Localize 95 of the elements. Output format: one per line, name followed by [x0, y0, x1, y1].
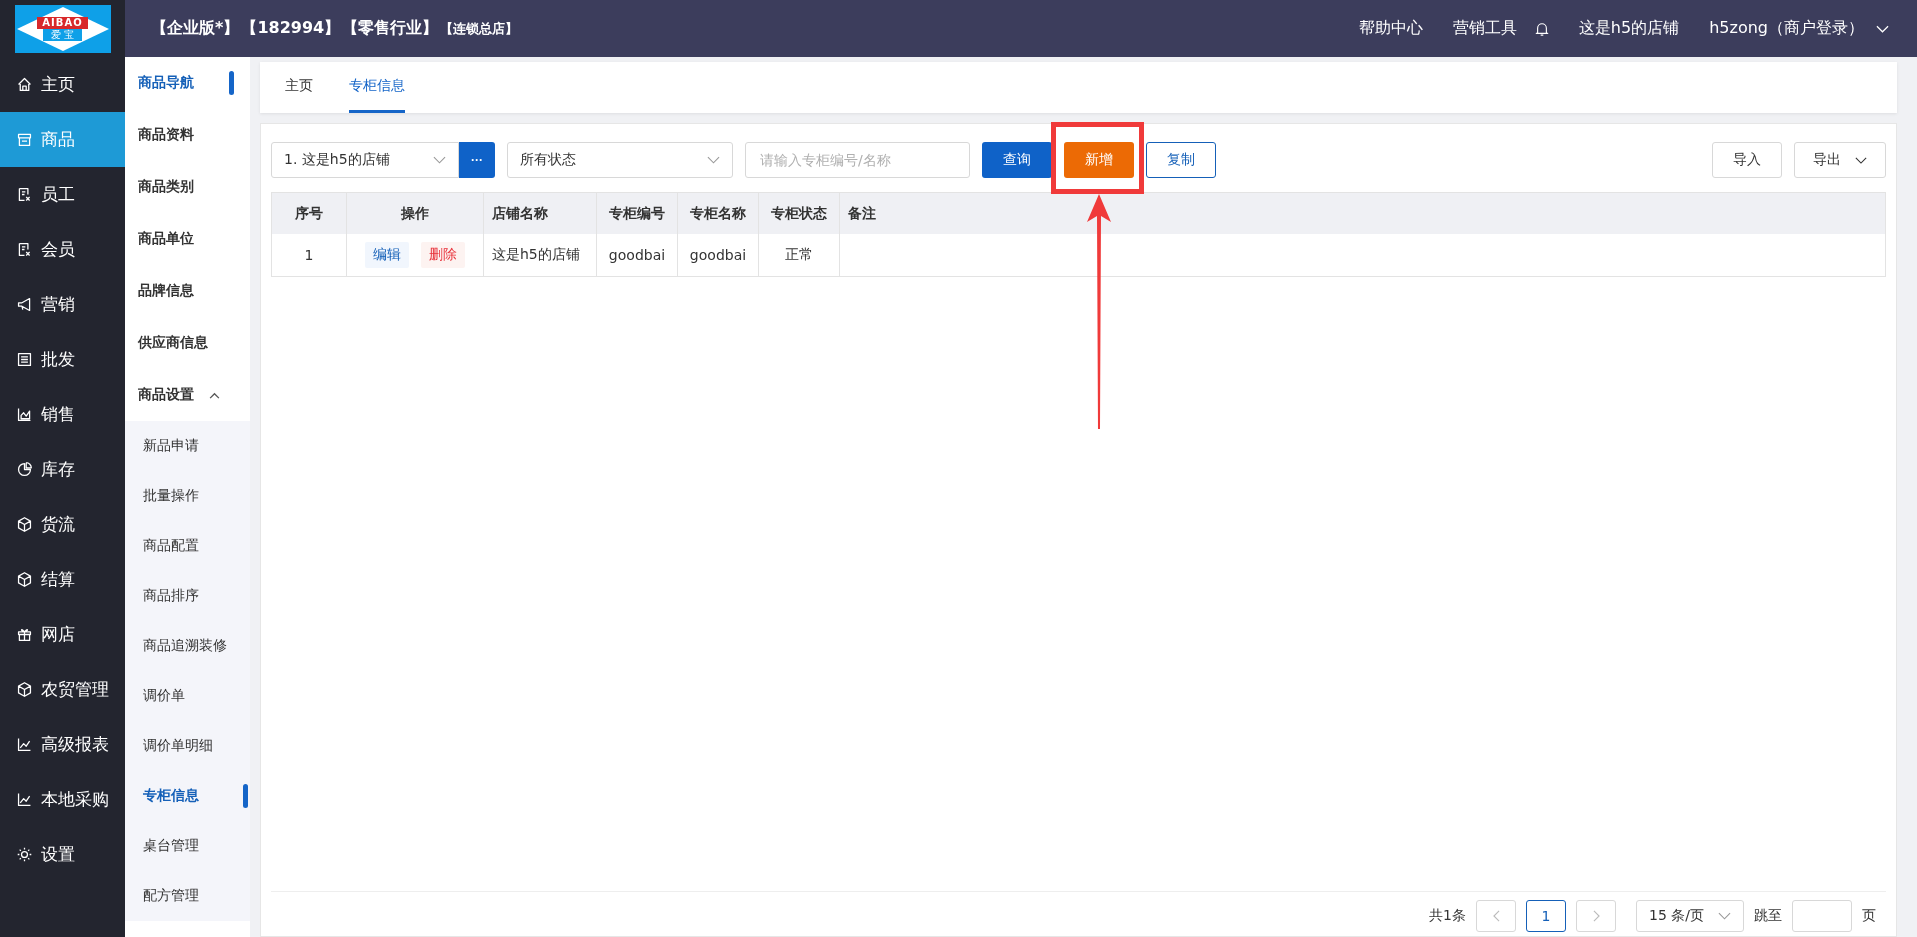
main-nav-item[interactable]: 农贸管理	[0, 662, 125, 717]
column-header: 序号	[271, 192, 347, 234]
table-cell: goodbai	[677, 234, 759, 277]
sub-nav-item[interactable]: 商品设置	[125, 369, 250, 421]
status-select[interactable]: 所有状态	[507, 142, 733, 178]
main-nav-item[interactable]: 主页	[0, 57, 125, 112]
column-header: 操作	[346, 192, 484, 234]
import-button[interactable]: 导入	[1712, 142, 1782, 178]
page-jump-field[interactable]	[1792, 900, 1852, 932]
main-nav-item[interactable]: 结算	[0, 552, 125, 607]
home-icon	[16, 76, 33, 93]
gift-icon	[16, 626, 33, 643]
next-page-button[interactable]	[1576, 900, 1616, 932]
chevron-down-icon	[1718, 912, 1731, 920]
bar-chart-icon	[16, 406, 33, 423]
sub-nav-child-item[interactable]: 调价单	[125, 671, 250, 721]
industry-label: 【零售行业】	[342, 18, 439, 39]
toolbar-button[interactable]: 复制	[1146, 142, 1216, 178]
main-nav-item[interactable]: 设置	[0, 827, 125, 882]
sub-nav-item[interactable]: 商品单位	[125, 213, 250, 265]
sub-nav-child-item[interactable]: 商品排序	[125, 571, 250, 621]
logo[interactable]: AIBAO 爱 宝	[14, 4, 111, 53]
chevron-left-icon	[1492, 910, 1500, 922]
sub-nav-child-item[interactable]: 商品追溯装修	[125, 621, 250, 671]
toolbar-button[interactable]: 查询	[982, 142, 1052, 178]
sub-nav-item[interactable]: 商品导航	[125, 57, 250, 109]
account-id: 【182994】	[241, 18, 341, 39]
row-action-link[interactable]: 编辑	[365, 242, 409, 268]
column-header: 专柜状态	[758, 192, 840, 234]
main-nav-item[interactable]: 营销	[0, 277, 125, 332]
tab[interactable]: 主页	[285, 62, 313, 113]
main-nav-item[interactable]: 会员	[0, 222, 125, 277]
main-nav-item[interactable]: 销售	[0, 387, 125, 442]
sub-nav-item[interactable]: 商品资料	[125, 109, 250, 161]
sub-nav-child-item[interactable]: 商品配置	[125, 521, 250, 571]
bell-icon[interactable]	[1534, 20, 1549, 37]
table-cell: 1	[271, 234, 347, 277]
store-type-label: 【连锁总店】	[440, 19, 519, 38]
line-chart-icon	[16, 791, 33, 808]
column-header: 专柜编号	[596, 192, 678, 234]
document-icon	[16, 186, 33, 203]
sub-nav-item[interactable]: 商品类别	[125, 161, 250, 213]
main-nav-item[interactable]: 本地采购	[0, 772, 125, 827]
table-cell: goodbai	[596, 234, 678, 277]
search-field[interactable]: 请输入专柜编号/名称	[745, 142, 970, 178]
document-icon	[16, 241, 33, 258]
page-number-button[interactable]: 1	[1526, 900, 1566, 932]
edition-label: 【企业版*】	[151, 18, 240, 39]
table-cell: 这是h5的店铺	[483, 234, 597, 277]
previous-page-button[interactable]	[1476, 900, 1516, 932]
sub-nav-child-item[interactable]: 新品申请	[125, 421, 250, 471]
page-unit-label: 页	[1862, 907, 1876, 925]
main-nav-item[interactable]: 批发	[0, 332, 125, 387]
column-header: 备注	[839, 192, 1886, 234]
chevron-down-icon	[433, 156, 446, 164]
column-header: 专柜名称	[677, 192, 759, 234]
chevron-down-icon	[1876, 24, 1889, 33]
main-nav-item[interactable]: 员工	[0, 167, 125, 222]
header-link[interactable]: 营销工具	[1452, 18, 1517, 39]
column-header: 店铺名称	[483, 192, 597, 234]
caret-icon	[209, 391, 220, 399]
user-menu[interactable]: h5zong（商户登录）	[1709, 18, 1889, 39]
sub-nav-child-item[interactable]: 配方管理	[125, 871, 250, 921]
more-button[interactable]: ···	[459, 142, 495, 178]
row-action-link[interactable]: 删除	[421, 242, 465, 268]
cube-icon	[16, 516, 33, 533]
list-icon	[16, 351, 33, 368]
cube-icon	[16, 681, 33, 698]
store-name-link[interactable]: 这是h5的店铺	[1578, 18, 1680, 39]
page-size-select[interactable]: 15 条/页	[1636, 900, 1744, 932]
sub-nav-child-item[interactable]: 桌台管理	[125, 821, 250, 871]
storefront-icon	[16, 131, 33, 148]
sub-nav-item[interactable]: 品牌信息	[125, 265, 250, 317]
pie-chart-icon	[16, 461, 33, 478]
cube-icon	[16, 571, 33, 588]
total-count: 共1条	[1429, 907, 1466, 925]
main-nav-item[interactable]: 货流	[0, 497, 125, 552]
header-link[interactable]: 帮助中心	[1358, 18, 1423, 39]
table-cell: 正常	[758, 234, 840, 277]
jump-to-label: 跳至	[1754, 907, 1782, 925]
tab[interactable]: 专柜信息	[349, 62, 405, 113]
chevron-down-icon	[707, 156, 720, 164]
megaphone-icon	[16, 296, 33, 313]
store-select[interactable]: 1. 这是h5的店铺	[271, 142, 459, 178]
line-chart-icon	[16, 736, 33, 753]
sub-nav-child-item[interactable]: 专柜信息	[125, 771, 250, 821]
sub-nav-child-item[interactable]: 批量操作	[125, 471, 250, 521]
sub-nav-item[interactable]: 供应商信息	[125, 317, 250, 369]
chevron-right-icon	[1592, 910, 1600, 922]
chevron-down-icon	[1855, 156, 1867, 164]
main-nav-item[interactable]: 网店	[0, 607, 125, 662]
main-nav-item[interactable]: 库存	[0, 442, 125, 497]
export-button[interactable]: 导出	[1794, 142, 1886, 178]
main-nav-item[interactable]: 高级报表	[0, 717, 125, 772]
sub-nav-child-item[interactable]: 调价单明细	[125, 721, 250, 771]
